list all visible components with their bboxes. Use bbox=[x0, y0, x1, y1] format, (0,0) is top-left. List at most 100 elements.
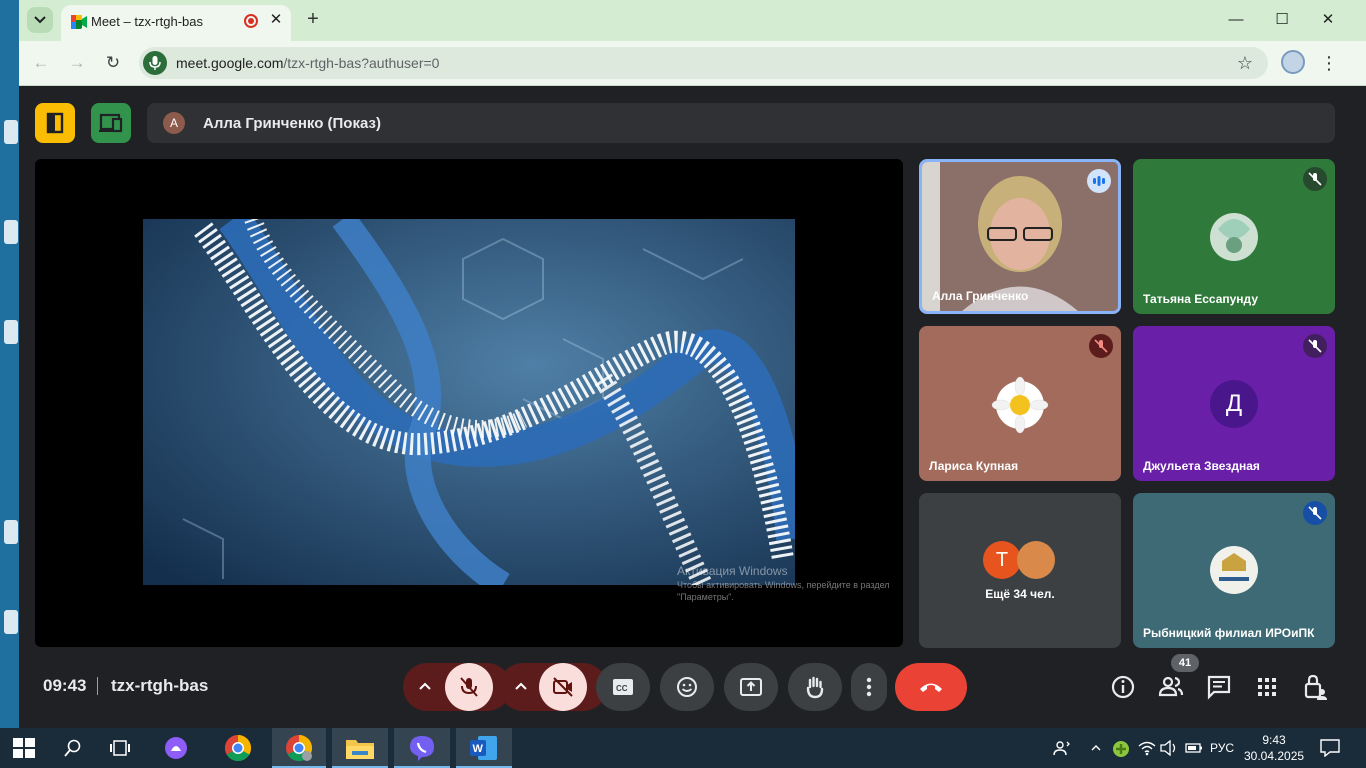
network-button[interactable] bbox=[1136, 728, 1158, 768]
close-tab-icon[interactable]: ✕ bbox=[267, 11, 285, 29]
tab-title: Meet – tzx-rtgh-bas bbox=[91, 14, 203, 29]
raise-hand-button[interactable] bbox=[788, 663, 842, 711]
participant-tile[interactable]: Татьяна Ессапунду bbox=[1133, 159, 1335, 314]
present-screen-button[interactable] bbox=[724, 663, 778, 711]
audio-options-button[interactable] bbox=[403, 663, 447, 711]
activation-title: Активация Windows bbox=[677, 564, 788, 578]
clock-time: 9:43 bbox=[1262, 733, 1286, 747]
forward-icon[interactable]: → bbox=[65, 51, 89, 75]
tab-search-button[interactable] bbox=[27, 7, 53, 33]
leave-call-button[interactable] bbox=[895, 663, 967, 711]
microphone-in-use-icon[interactable] bbox=[143, 51, 167, 75]
participants-count-badge: 41 bbox=[1171, 654, 1199, 672]
search-icon bbox=[64, 739, 81, 757]
turn-on-microphone-button[interactable] bbox=[445, 663, 493, 711]
picture-in-picture-button[interactable] bbox=[35, 103, 75, 143]
participant-tile[interactable]: Лариса Купная bbox=[919, 326, 1121, 481]
chevron-down-icon bbox=[34, 16, 46, 24]
turn-on-camera-button[interactable] bbox=[539, 663, 587, 711]
profile-avatar[interactable] bbox=[1281, 50, 1305, 74]
battery-icon bbox=[1185, 743, 1202, 753]
reload-icon[interactable]: ↻ bbox=[101, 51, 125, 75]
taskbar-app-alice[interactable] bbox=[150, 728, 202, 768]
input-language-indicator[interactable]: РУС bbox=[1210, 741, 1234, 755]
tab-strip: Meet – tzx-rtgh-bas ✕ + — ☐ ✕ bbox=[19, 0, 1366, 41]
closed-captions-icon: CC bbox=[613, 679, 633, 695]
folder-icon bbox=[346, 740, 374, 759]
more-options-button[interactable] bbox=[851, 663, 887, 711]
tab-meet[interactable]: Meet – tzx-rtgh-bas ✕ bbox=[61, 5, 291, 41]
avatar bbox=[1017, 541, 1055, 579]
close-window-icon[interactable]: ✕ bbox=[1316, 8, 1340, 32]
meeting-clock: 09:43 bbox=[43, 676, 87, 695]
present-to-all-icon bbox=[740, 678, 762, 696]
search-button[interactable] bbox=[50, 728, 94, 768]
taskbar-app-word[interactable]: W bbox=[456, 728, 512, 768]
chevron-up-icon bbox=[1091, 745, 1101, 751]
show-hidden-icons-button[interactable] bbox=[1088, 728, 1104, 768]
bookmark-star-icon[interactable]: ☆ bbox=[1233, 51, 1257, 75]
camera-off-icon bbox=[553, 677, 573, 697]
desktop-shortcut-icon[interactable] bbox=[4, 220, 18, 244]
wifi-icon bbox=[1138, 741, 1156, 756]
start-button[interactable] bbox=[0, 728, 48, 768]
meeting-code: tzx-rtgh-bas bbox=[111, 676, 209, 695]
mic-off-icon bbox=[460, 677, 478, 697]
avatar: A bbox=[163, 112, 185, 134]
desktop-shortcut-icon[interactable] bbox=[4, 120, 18, 144]
desktop-shortcut-icon[interactable] bbox=[4, 520, 18, 544]
people-tray-button[interactable] bbox=[1048, 728, 1076, 768]
clock[interactable]: 9:43 30.04.2025 bbox=[1244, 732, 1304, 764]
video-options-button[interactable] bbox=[499, 663, 543, 711]
new-tab-button[interactable]: + bbox=[301, 8, 325, 32]
viber-icon bbox=[410, 736, 434, 761]
desktop-shortcut-icon[interactable] bbox=[4, 610, 18, 634]
participant-name: Джульета Звездная bbox=[1143, 459, 1260, 473]
participant-tile[interactable]: Рыбницкий филиал ИРОиПК bbox=[1133, 493, 1335, 648]
more-participants-tile[interactable]: Т Ещё 34 чел. bbox=[919, 493, 1121, 648]
notifications-button[interactable] bbox=[1316, 728, 1344, 768]
avatar: Д bbox=[1210, 380, 1258, 428]
tray-app-button[interactable] bbox=[1110, 728, 1132, 768]
back-icon[interactable]: ← bbox=[29, 51, 53, 75]
presenter-label: Алла Гринченко (Показ) bbox=[203, 115, 381, 132]
taskbar: W РУС 9:43 30.04.2025 bbox=[0, 728, 1366, 768]
clock-date: 30.04.2025 bbox=[1244, 749, 1305, 763]
raise-hand-icon bbox=[806, 676, 824, 699]
chevron-up-icon bbox=[419, 682, 431, 690]
desktop-shortcut-icon[interactable] bbox=[4, 320, 18, 344]
companion-mode-button[interactable] bbox=[91, 103, 131, 143]
people-button[interactable] bbox=[1157, 673, 1185, 701]
browser-menu-icon[interactable]: ⋮ bbox=[1319, 51, 1339, 75]
activities-button[interactable] bbox=[1253, 673, 1281, 701]
participant-tile[interactable]: Д Джульета Звездная bbox=[1133, 326, 1335, 481]
taskbar-app-chrome[interactable] bbox=[212, 728, 264, 768]
presentation-stage[interactable]: Активация Windows Чтобы активировать Win… bbox=[35, 159, 903, 647]
reactions-button[interactable] bbox=[660, 663, 714, 711]
taskbar-app-file-explorer[interactable] bbox=[332, 728, 388, 768]
address-bar[interactable]: meet.google.com/tzx-rtgh-bas?authuser=0 … bbox=[139, 47, 1268, 79]
apps-grid-icon bbox=[1258, 678, 1276, 696]
people-icon bbox=[1158, 676, 1184, 697]
chrome-profile-icon bbox=[286, 734, 313, 762]
url-host: meet.google.com bbox=[176, 55, 284, 71]
meeting-details-button[interactable] bbox=[1109, 673, 1137, 701]
captions-button[interactable]: CC bbox=[596, 663, 650, 711]
taskbar-app-chrome-active[interactable] bbox=[272, 728, 326, 768]
chat-button[interactable] bbox=[1205, 673, 1233, 701]
minimize-icon[interactable]: — bbox=[1224, 8, 1248, 32]
presenter-bar: A Алла Гринченко (Показ) bbox=[147, 103, 1335, 143]
speaking-indicator-icon bbox=[1087, 169, 1111, 193]
browser-toolbar: ← → ↻ meet.google.com/tzx-rtgh-bas?authu… bbox=[19, 41, 1366, 86]
volume-button[interactable] bbox=[1158, 728, 1180, 768]
host-controls-button[interactable] bbox=[1301, 673, 1329, 701]
task-view-button[interactable] bbox=[98, 728, 142, 768]
taskbar-app-viber[interactable] bbox=[394, 728, 450, 768]
maximize-icon[interactable]: ☐ bbox=[1270, 8, 1294, 32]
muted-icon bbox=[1303, 501, 1327, 525]
participant-tile[interactable]: Алла Гринченко bbox=[919, 159, 1121, 314]
chat-icon bbox=[1207, 675, 1231, 700]
door-icon bbox=[46, 112, 64, 134]
dna-helix-illustration bbox=[143, 219, 795, 585]
power-button[interactable] bbox=[1182, 728, 1206, 768]
